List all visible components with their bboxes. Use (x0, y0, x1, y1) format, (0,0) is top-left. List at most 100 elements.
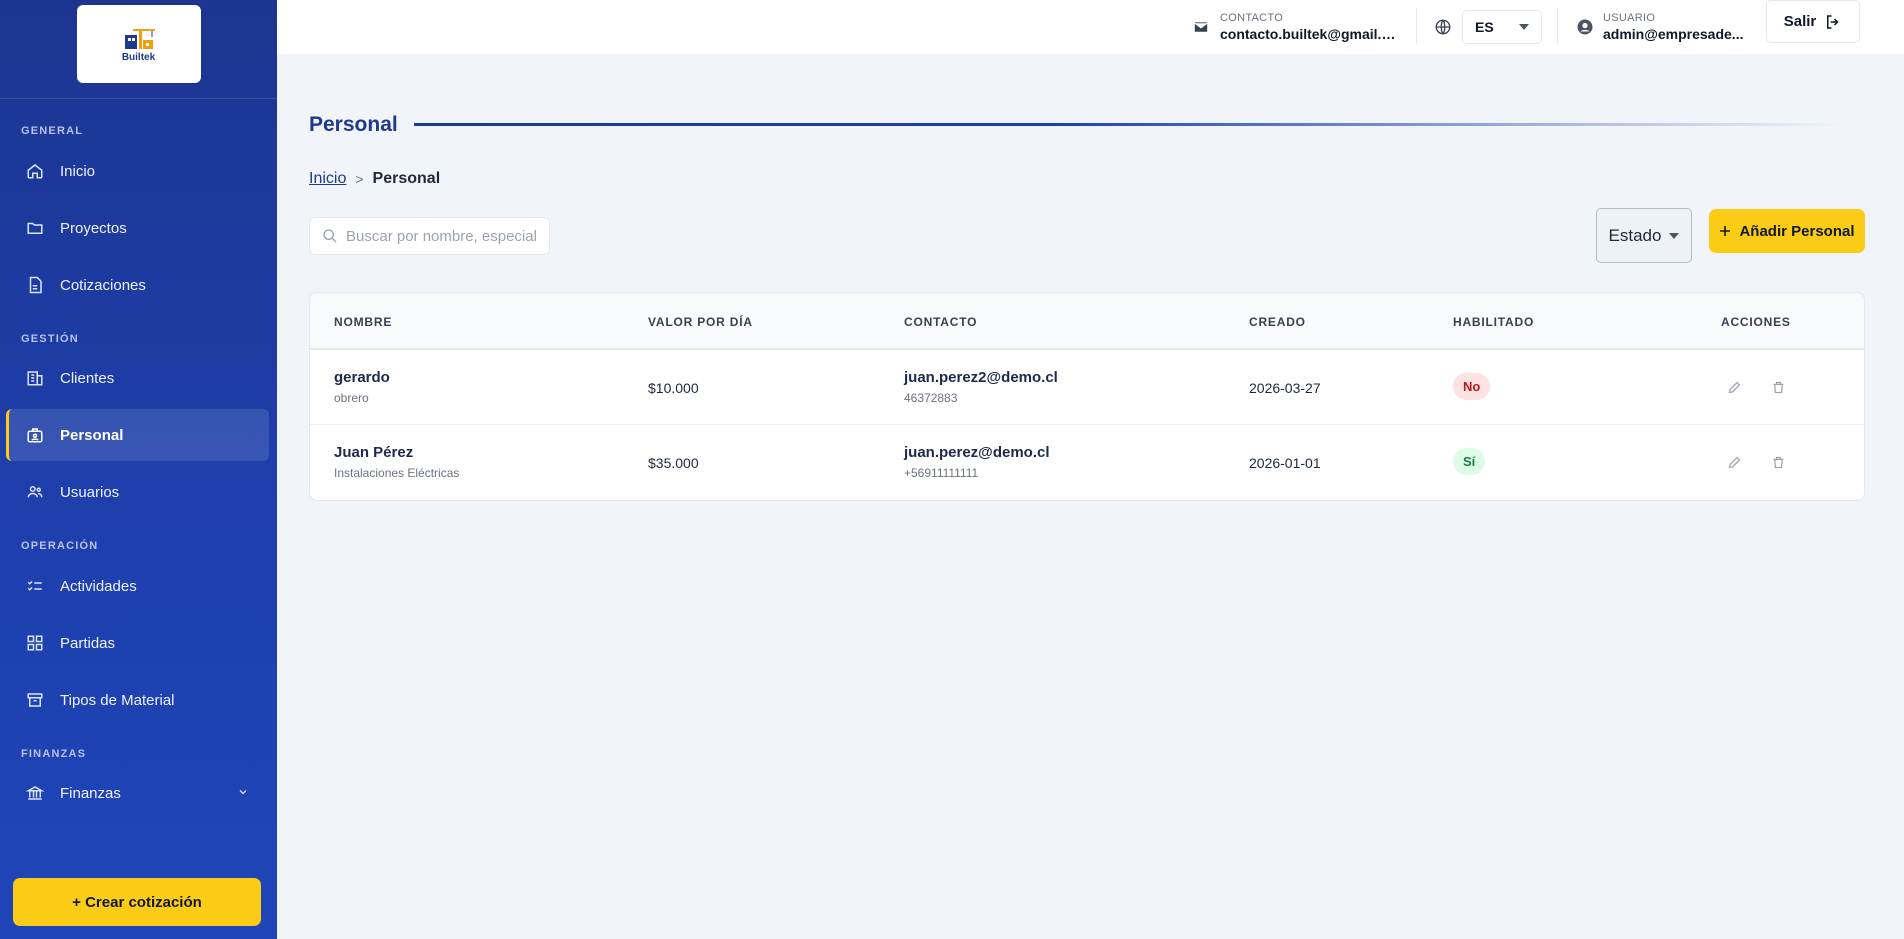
contact-cell: juan.perez2@demo.cl 46372883 (904, 369, 1058, 405)
trash-icon[interactable] (1769, 453, 1787, 471)
brand-logo[interactable]: Builtek (76, 5, 201, 83)
logo-text: Builtek (121, 52, 156, 63)
search-box (309, 217, 550, 255)
column-header-nombre[interactable]: NOMBRE (334, 315, 392, 329)
divider (1416, 8, 1417, 44)
grid-icon (25, 633, 45, 653)
breadcrumb-home-link[interactable]: Inicio (309, 170, 346, 188)
user-info: USUARIO admin@empresade... (1576, 0, 1751, 54)
sidebar-item-personal[interactable]: Personal (6, 409, 269, 461)
search-input[interactable] (346, 227, 536, 245)
building-icon (25, 368, 45, 388)
trash-icon[interactable] (1769, 378, 1787, 396)
section-title-gestion: GESTIÓN (21, 333, 79, 345)
sidebar-item-partidas[interactable]: Partidas (6, 617, 269, 669)
person-email: juan.perez@demo.cl (904, 444, 1050, 461)
column-header-creado[interactable]: CREADO (1249, 315, 1306, 329)
estado-filter-select[interactable]: Estado (1596, 208, 1692, 263)
contact-cell: juan.perez@demo.cl +56911111111 (904, 444, 1050, 480)
logout-icon (1824, 13, 1842, 31)
sidebar-item-cotizaciones[interactable]: Cotizaciones (6, 259, 269, 311)
caret-down-icon (1519, 24, 1529, 30)
value-cell: $10.000 (648, 380, 699, 396)
caret-down-icon (1669, 232, 1680, 239)
sidebar-item-label: Partidas (60, 634, 116, 652)
title-underline (414, 123, 1844, 126)
created-cell: 2026-03-27 (1249, 380, 1321, 396)
sidebar-item-proyectos[interactable]: Proyectos (6, 202, 269, 254)
users-icon (25, 482, 45, 502)
contact-email[interactable]: contacto.builtek@gmail.c... (1220, 25, 1400, 43)
sidebar-item-actividades[interactable]: Actividades (6, 560, 269, 612)
sidebar-item-clientes[interactable]: Clientes (6, 352, 269, 404)
status-badge: Sí (1453, 448, 1486, 475)
search-icon (322, 228, 338, 244)
table-row[interactable]: Juan Pérez Instalaciones Eléctricas $35.… (310, 425, 1864, 500)
person-role: obrero (334, 391, 369, 405)
logo-area: Builtek (0, 0, 277, 99)
divider (1557, 8, 1558, 44)
section-title-general: GENERAL (21, 125, 84, 137)
column-header-valor[interactable]: VALOR POR DÍA (648, 315, 753, 329)
sidebar-item-label: Proyectos (60, 219, 127, 237)
table-row[interactable]: gerardo obrero $10.000 juan.perez2@demo.… (310, 350, 1864, 425)
page-title: Personal (309, 113, 398, 136)
add-personal-button[interactable]: Añadir Personal (1709, 209, 1865, 253)
name-cell: gerardo obrero (334, 369, 390, 405)
checklist-icon (25, 576, 45, 596)
person-role: Instalaciones Eléctricas (334, 466, 460, 480)
home-icon (25, 161, 45, 181)
edit-icon[interactable] (1725, 378, 1743, 396)
estado-label: Estado (1608, 225, 1662, 245)
person-phone: +56911111111 (904, 466, 979, 480)
badge-icon (25, 425, 45, 445)
sidebar-item-label: Personal (60, 426, 124, 444)
section-title-finanzas: FINANZAS (21, 748, 87, 760)
mail-icon (1192, 18, 1210, 36)
create-quote-button[interactable]: + Crear cotización (13, 878, 261, 926)
sidebar-item-tipos-de-material[interactable]: Tipos de Material (6, 674, 269, 726)
person-name: Juan Pérez (334, 444, 414, 461)
person-email: juan.perez2@demo.cl (904, 369, 1058, 386)
user-label: USUARIO (1603, 11, 1656, 24)
created-cell: 2026-01-01 (1249, 455, 1321, 471)
person-name: gerardo (334, 369, 390, 386)
personal-table: NOMBRE VALOR POR DÍA CONTACTO CREADO HAB… (309, 292, 1865, 501)
plus-icon (1719, 225, 1731, 237)
language-switcher: ES (1434, 0, 1542, 54)
status-badge: No (1453, 373, 1491, 400)
enabled-cell: No (1453, 373, 1491, 400)
column-header-habilitado[interactable]: HABILITADO (1453, 315, 1534, 329)
sidebar-item-finanzas[interactable]: Finanzas (6, 767, 269, 819)
sidebar: Builtek GENERAL Inicio Proyectos Cotizac… (0, 0, 277, 939)
sidebar-item-usuarios[interactable]: Usuarios (6, 466, 269, 518)
sidebar-item-label: Cotizaciones (60, 276, 146, 294)
add-personal-label: Añadir Personal (1739, 222, 1855, 240)
user-circle-icon (1576, 18, 1594, 36)
top-bar: CONTACTO contacto.builtek@gmail.c... ES … (277, 0, 1904, 54)
table-header: NOMBRE VALOR POR DÍA CONTACTO CREADO HAB… (310, 293, 1864, 350)
sidebar-item-label: Inicio (60, 162, 96, 180)
breadcrumb-separator: > (355, 171, 364, 187)
sidebar-item-inicio[interactable]: Inicio (6, 145, 269, 197)
breadcrumb: Inicio > Personal (309, 170, 440, 188)
globe-icon (1434, 18, 1452, 36)
name-cell: Juan Pérez Instalaciones Eléctricas (334, 444, 459, 480)
edit-icon[interactable] (1725, 453, 1743, 471)
language-value: ES (1475, 19, 1494, 35)
enabled-cell: Sí (1453, 448, 1486, 475)
document-icon (25, 275, 45, 295)
contact-label: CONTACTO (1220, 11, 1284, 24)
sidebar-item-label: Finanzas (60, 784, 121, 802)
column-header-contacto[interactable]: CONTACTO (904, 315, 977, 329)
bank-icon (25, 783, 45, 803)
sidebar-item-label: Clientes (60, 369, 115, 387)
logout-button[interactable]: Salir (1766, 0, 1860, 43)
language-select[interactable]: ES (1462, 10, 1542, 44)
column-header-acciones: ACCIONES (1721, 315, 1791, 329)
section-title-operacion: OPERACIÓN (21, 540, 99, 552)
sidebar-item-label: Actividades (60, 577, 137, 595)
user-email[interactable]: admin@empresade... (1603, 25, 1748, 43)
sidebar-item-label: Tipos de Material (60, 691, 175, 709)
chevron-down-icon (237, 785, 249, 802)
